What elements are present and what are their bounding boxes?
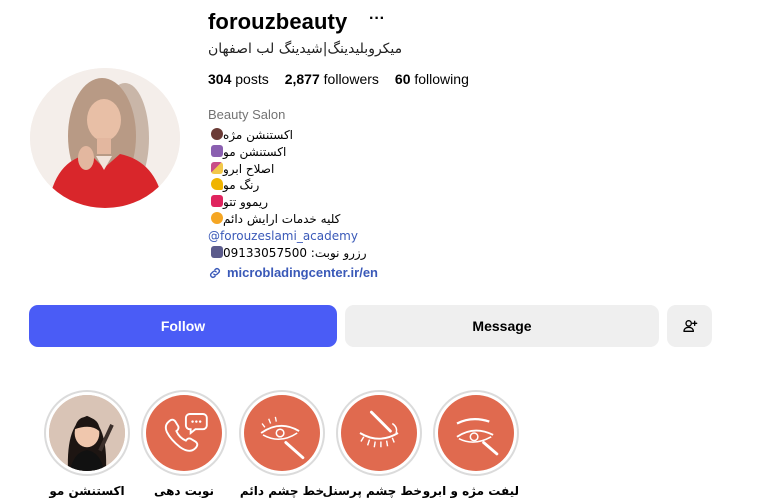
eyeliner-icon (260, 416, 305, 460)
suggest-users-button[interactable] (667, 305, 712, 347)
highlight-cover (341, 395, 417, 471)
bio-text: اکستنشن مژه (223, 128, 293, 142)
bio-text: رنگ مو (223, 178, 260, 193)
bio-mention-line: forouzeslami_academy@ (208, 228, 358, 245)
profile-subtitle: میکروبلیدینگ|شیدینگ لب اصفهان (208, 41, 403, 57)
message-button[interactable]: Message (345, 305, 659, 347)
bio-line: رزرو نوبت: 09133057500 (208, 245, 367, 262)
bio-text: کلیه خدمات ارایش دائم (223, 211, 341, 226)
phone-chat-icon (164, 413, 208, 452)
profile-avatar[interactable] (30, 68, 180, 208)
eye-emoji-icon (211, 128, 223, 140)
posts-label: posts (235, 71, 269, 87)
highlight-cover (244, 395, 320, 471)
followers-label: followers (323, 71, 379, 87)
highlight-cover (438, 395, 514, 471)
bio-text: اصلاح ابرو (223, 161, 275, 176)
story-highlight[interactable]: خط چشم دائم (239, 390, 325, 498)
follow-button[interactable]: Follow (29, 305, 337, 347)
highlight-cover (146, 395, 222, 471)
profile-category: Beauty Salon (208, 107, 286, 122)
brow-lift-icon (456, 418, 499, 456)
highlight-label: خط چشم دائم (239, 484, 325, 498)
story-highlight[interactable]: لیفت مژه و ابرو (422, 390, 519, 498)
followers-stat[interactable]: 2,877 followers (285, 71, 379, 87)
followers-count: 2,877 (284, 71, 320, 87)
highlight-label: لیفت مژه و ابرو (422, 484, 519, 498)
highlight-label: اکستنشن مو (49, 484, 125, 498)
closed-eye-lashes-icon (359, 410, 399, 448)
bio-line: اصلاح ابرو (208, 161, 274, 178)
person-add-icon (682, 320, 697, 332)
posts-count: 304 (208, 71, 232, 87)
ellipsis-icon[interactable]: ··· (368, 11, 386, 31)
highlight-ring (239, 390, 325, 476)
link-icon (210, 267, 220, 278)
fleur-emoji-icon (211, 178, 223, 191)
story-highlight[interactable]: نوبت دهی (141, 390, 227, 498)
profile-username: forouzbeauty (208, 9, 348, 34)
website-url: microbladingcenter.ir/en (227, 265, 378, 280)
highlight-ring (141, 390, 227, 476)
following-label: following (414, 71, 469, 87)
following-count: 60 (394, 71, 411, 87)
academy-mention-link[interactable]: forouzeslami_academy@ (208, 229, 358, 243)
phone-emoji-icon (211, 245, 223, 258)
profile-bio: اکستنشن مژه اکستنشن مو اصلاح ابرو رنگ مو… (208, 127, 408, 261)
posts-stat[interactable]: 304 posts (208, 71, 269, 87)
cartoon-portrait-icon (49, 395, 125, 471)
haircut-emoji-icon (211, 144, 223, 157)
bio-line: اکستنشن مژه (208, 127, 293, 144)
highlight-ring (44, 390, 130, 476)
highlight-label: خط چشم پرسنل (322, 484, 422, 498)
bio-line: اکستنشن مو (208, 144, 286, 161)
highlight-label: نوبت دهی (153, 484, 215, 498)
profile-stats: 304 posts 2,877 followers 60 following (208, 71, 469, 87)
bio-text: اکستنشن مو (223, 144, 287, 159)
bio-line: ریموو تتو (208, 194, 268, 211)
collision-emoji-icon (211, 195, 223, 208)
highlight-ring (433, 390, 519, 476)
following-stat[interactable]: 60 following (395, 71, 469, 87)
bio-line: رنگ مو (208, 177, 259, 194)
bio-text: ریموو تتو (223, 195, 269, 210)
wand-emoji-icon (211, 161, 223, 174)
sun-emoji-icon (211, 211, 223, 224)
bio-line: کلیه خدمات ارایش دائم (208, 211, 340, 228)
story-highlight[interactable]: اکستنشن مو (44, 390, 130, 498)
story-highlight[interactable]: خط چشم پرسنل (322, 390, 422, 498)
bio-text: رزرو نوبت: 09133057500 (223, 245, 367, 260)
website-link[interactable]: microbladingcenter.ir/en (208, 265, 378, 280)
highlight-cover (49, 395, 125, 471)
profile-photo (30, 68, 180, 208)
highlight-ring (336, 390, 422, 476)
